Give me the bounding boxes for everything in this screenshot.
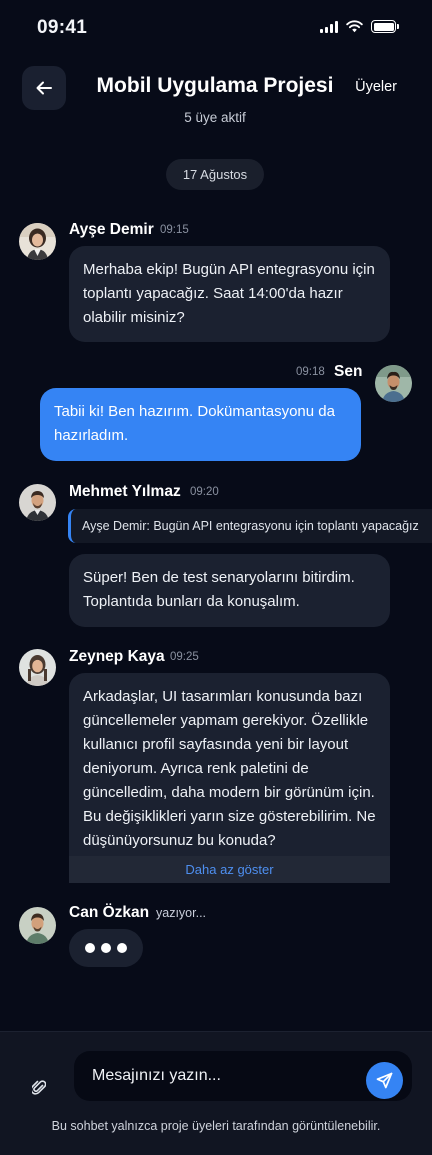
date-separator: 17 Ağustos [166, 159, 264, 190]
avatar[interactable] [19, 907, 56, 944]
paperclip-icon [32, 1080, 46, 1095]
sender-name: Sen [334, 363, 363, 380]
avatar[interactable] [19, 649, 56, 686]
attach-button[interactable] [28, 1075, 50, 1099]
wifi-icon [346, 20, 363, 33]
message-bubble[interactable]: Merhaba ekip! Bugün API entegrasyonu içi… [69, 246, 390, 342]
message-bubble-own[interactable]: Tabii ki! Ben hazırım. Dokümantasyonu da… [40, 388, 361, 461]
sender-name: Zeynep Kaya [69, 648, 165, 665]
send-button[interactable] [366, 1062, 403, 1099]
members-button[interactable]: Üyeler [355, 79, 397, 95]
battery-icon [371, 20, 399, 33]
avatar[interactable] [19, 484, 56, 521]
message-bubble-expanded[interactable]: Arkadaşlar, UI tasarımları konusunda baz… [69, 673, 390, 883]
sender-name: Mehmet Yılmaz [69, 483, 181, 500]
typing-status: yazıyor... [156, 906, 207, 920]
message-time: 09:20 [190, 486, 219, 498]
send-icon [376, 1072, 393, 1089]
message-time: 09:25 [170, 651, 199, 663]
sender-name: Ayşe Demir [69, 221, 154, 238]
status-time: 09:41 [37, 17, 88, 38]
chat-title: Mobil Uygulama Projesi [96, 74, 334, 97]
message-time: 09:15 [160, 224, 189, 236]
chat-screen: 09:41 Mobil Uygulama Projesi 5 üye aktif… [0, 0, 432, 1155]
active-members-count: 5 üye aktif [184, 110, 246, 125]
show-less-button[interactable]: Daha az göster [69, 856, 390, 883]
message-time: 09:18 [296, 366, 325, 378]
avatar[interactable] [375, 365, 412, 402]
back-button[interactable] [22, 66, 66, 110]
typing-dot [101, 943, 111, 953]
typing-indicator [69, 929, 143, 967]
avatar[interactable] [19, 223, 56, 260]
arrow-left-icon [36, 81, 52, 95]
reply-quote[interactable]: Ayşe Demir: Bugün API entegrasyonu için … [68, 509, 432, 543]
message-bubble[interactable]: Süper! Ben de test senaryolarını bitirdi… [69, 554, 390, 627]
privacy-note: Bu sohbet yalnızca proje üyeleri tarafın… [51, 1119, 381, 1133]
message-text: Arkadaşlar, UI tasarımları konusunda baz… [83, 688, 376, 873]
cellular-signal-icon [320, 20, 338, 33]
status-icons [320, 20, 399, 33]
typing-dot [117, 943, 127, 953]
typing-dot [85, 943, 95, 953]
sender-name: Can Özkan [69, 904, 150, 921]
message-input[interactable] [74, 1051, 412, 1101]
